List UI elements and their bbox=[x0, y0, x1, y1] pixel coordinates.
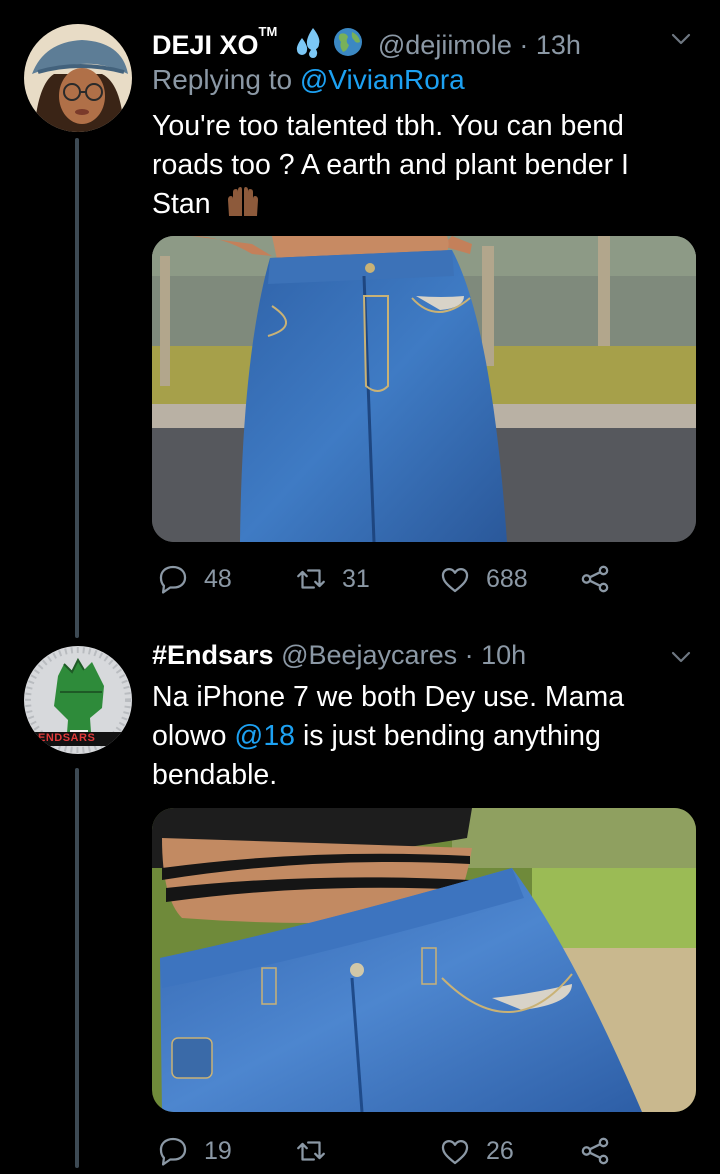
tweet-text: You're too talented tbh. You can bend ro… bbox=[152, 107, 692, 229]
retweet-icon bbox=[297, 569, 325, 589]
avatar[interactable]: ENDSARS bbox=[24, 646, 132, 754]
reply-button[interactable]: 19 bbox=[156, 1134, 232, 1168]
tweet-header: DEJI XOTM @dejiimole · 13h bbox=[152, 24, 581, 65]
handle[interactable]: @Beejaycares bbox=[281, 640, 457, 670]
display-name[interactable]: DEJI XO bbox=[152, 30, 259, 60]
sweat-droplets-icon bbox=[293, 26, 325, 65]
like-count: 688 bbox=[486, 564, 528, 593]
more-options-icon[interactable] bbox=[670, 28, 692, 50]
tweet-actions: 19 26 bbox=[152, 1134, 692, 1174]
tweet-text-line: You're too talented tbh. You can bend bbox=[152, 110, 624, 142]
tweet-text: Na iPhone 7 we both Dey use. Mama olowo … bbox=[152, 678, 692, 795]
retweet-count: 31 bbox=[342, 564, 370, 593]
avatar[interactable] bbox=[24, 24, 132, 132]
share-button[interactable] bbox=[578, 1134, 612, 1168]
tweet-text-line: bendable. bbox=[152, 759, 278, 791]
tweet-text-fragment: is just bending anything bbox=[302, 720, 601, 752]
replying-to: Replying to @VivianRora bbox=[152, 64, 465, 96]
trademark-sup: TM bbox=[258, 24, 278, 39]
more-options-icon[interactable] bbox=[670, 646, 692, 668]
timestamp[interactable]: 13h bbox=[536, 30, 581, 60]
like-button[interactable]: 688 bbox=[438, 562, 528, 596]
thread-line bbox=[75, 768, 79, 1168]
avatar-badge: ENDSARS bbox=[38, 732, 96, 744]
tweet-image[interactable] bbox=[152, 808, 696, 1112]
retweet-icon bbox=[297, 1141, 325, 1161]
reply-icon bbox=[159, 565, 187, 594]
tweet-text-fragment: olowo bbox=[152, 720, 227, 752]
tweet-text-line: Stan bbox=[152, 185, 692, 229]
retweet-button[interactable] bbox=[294, 1134, 328, 1168]
like-button[interactable]: 26 bbox=[438, 1134, 514, 1168]
raised-hands-icon bbox=[225, 186, 261, 229]
reply-count: 19 bbox=[204, 1136, 232, 1165]
share-icon bbox=[581, 565, 609, 593]
tweet-image[interactable] bbox=[152, 236, 696, 542]
replying-to-mention[interactable]: @VivianRora bbox=[300, 64, 465, 95]
tweet-text-line: Na iPhone 7 we both Dey use. Mama bbox=[152, 681, 625, 713]
retweet-button[interactable]: 31 bbox=[294, 562, 370, 596]
tweet-header: #Endsars @Beejaycares · 10h bbox=[152, 640, 526, 671]
separator: · bbox=[464, 640, 474, 670]
like-count: 26 bbox=[486, 1136, 514, 1165]
tweet-actions: 48 31 688 bbox=[152, 562, 692, 602]
tweet-text-line: olowo @18 is just bending anything bbox=[152, 717, 692, 756]
separator: · bbox=[519, 30, 529, 60]
share-icon bbox=[581, 1137, 609, 1165]
reply-count: 48 bbox=[204, 564, 232, 593]
replying-to-label: Replying to bbox=[152, 64, 293, 95]
globe-icon bbox=[332, 26, 364, 65]
reply-button[interactable]: 48 bbox=[156, 562, 232, 596]
handle[interactable]: @dejiimole bbox=[378, 30, 512, 60]
reply-icon bbox=[159, 1137, 187, 1166]
tweet-text-line: roads too ? A earth and plant bender I bbox=[152, 149, 629, 181]
thread-line bbox=[75, 138, 79, 638]
timestamp[interactable]: 10h bbox=[481, 640, 526, 670]
heart-icon bbox=[441, 1139, 469, 1165]
mention-link[interactable]: @18 bbox=[234, 720, 295, 752]
share-button[interactable] bbox=[578, 562, 612, 596]
heart-icon bbox=[441, 567, 469, 593]
display-name[interactable]: #Endsars bbox=[152, 640, 274, 670]
tweet-text-fragment: Stan bbox=[152, 188, 211, 220]
